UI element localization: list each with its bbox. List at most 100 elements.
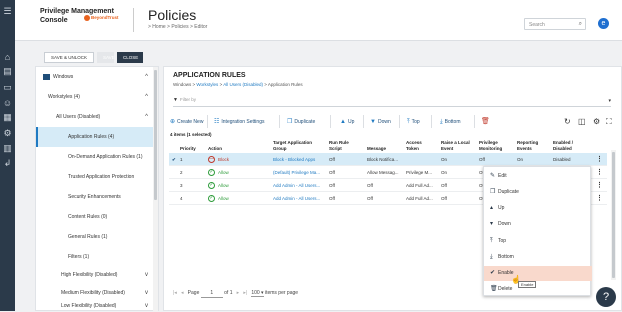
tree-item-security-enhancements[interactable]: Security Enhancements: [36, 187, 154, 207]
arrow-down-icon: ▾: [490, 221, 494, 227]
columns-icon[interactable]: ◫: [578, 117, 586, 127]
tree-item-low-flexibility[interactable]: Low Flexibility (Disabled) v: [36, 301, 154, 312]
tree-item-general-rules[interactable]: General Rules (1): [36, 227, 154, 247]
tree-item-on-demand-rules[interactable]: On-Demand Application Rules (1): [36, 147, 154, 167]
create-new-button[interactable]: ⊕ Create New: [170, 117, 203, 127]
next-page-icon[interactable]: ▸: [237, 290, 240, 296]
pagination: |◂ ◂ Page 1 of 1 ▸ ▸| 100 ▾ items per pa…: [173, 290, 298, 298]
move-top-button[interactable]: ⤒ Top: [407, 117, 420, 127]
home-icon[interactable]: ⌂: [2, 52, 13, 63]
cell-target-group[interactable]: Add Admin - All Users...: [273, 179, 323, 192]
menu-item-bottom[interactable]: ⤓ Bottom: [484, 250, 592, 265]
col-header-message[interactable]: Message: [367, 146, 386, 152]
section-breadcrumb: Windows > Workstyles > All Users (Disabl…: [173, 82, 303, 87]
search-input[interactable]: Search ⌕: [524, 18, 586, 30]
gear-icon[interactable]: ⚙: [593, 117, 600, 127]
cell-message: Allow Messag...: [367, 170, 399, 175]
trash-icon[interactable]: 🗑: [481, 117, 490, 127]
move-down-button[interactable]: ▼ Down: [370, 117, 391, 127]
grid-scrollbar[interactable]: [611, 150, 616, 280]
col-header-local-event[interactable]: Raise a Local Event: [441, 140, 475, 151]
toolbar-divider: [207, 115, 208, 128]
menu-icon[interactable]: ☰: [2, 6, 13, 17]
arrow-up-icon: ▴: [490, 205, 494, 211]
row-menu-icon[interactable]: ⋮: [596, 179, 603, 192]
save-unlock-button[interactable]: SAVE & UNLOCK: [44, 52, 94, 63]
tree-item-workstyles[interactable]: Workstyles (4) ^: [36, 87, 154, 107]
filter-input[interactable]: ▼ Filter by ▾: [173, 97, 611, 107]
tree-item-content-rules[interactable]: Content Rules (0): [36, 207, 154, 227]
arrow-top-icon: ⤒: [490, 238, 493, 244]
col-header-target-group[interactable]: Target Application Group: [273, 140, 313, 151]
row-menu-icon[interactable]: ⋮: [596, 192, 603, 205]
cell-action: ✓ Allow: [208, 169, 229, 177]
arrow-down-icon: ▼: [370, 119, 376, 125]
settings-icon[interactable]: ⚙: [2, 128, 13, 139]
cell-target-group[interactable]: (Default) Privilege Ma...: [273, 166, 323, 179]
users-icon[interactable]: ☺: [2, 98, 13, 109]
menu-item-down[interactable]: ▾ Down: [484, 217, 592, 232]
help-button[interactable]: ?: [596, 287, 616, 307]
refresh-icon[interactable]: ↻: [564, 117, 571, 127]
cell-local-event: Off: [441, 183, 447, 188]
computers-icon[interactable]: ▭: [2, 82, 13, 93]
header-divider: [133, 8, 134, 32]
menu-item-enable[interactable]: ✔ Enable: [484, 266, 592, 281]
table-row[interactable]: ✔ 1 — Block Block - Blocked Apps Off Bloc…: [169, 153, 607, 166]
menu-item-delete[interactable]: 🗑Delete: [484, 282, 592, 297]
save-button[interactable]: SAVE: [97, 52, 115, 63]
close-button[interactable]: CLOSE: [117, 52, 143, 63]
policies-icon[interactable]: ▤: [2, 66, 13, 77]
integration-settings-button[interactable]: ☷ Integration Settings: [214, 117, 264, 127]
col-header-reporting-events[interactable]: Reporting Events: [517, 140, 543, 151]
enable-tooltip: Enable: [518, 281, 537, 288]
menu-item-up[interactable]: ▴ Up: [484, 201, 592, 216]
policy-tree: Windows ^ Workstyles (4) ^ All Users (Disa…: [35, 66, 159, 312]
menu-item-duplicate[interactable]: ❐ Duplicate: [484, 185, 592, 200]
row-menu-icon[interactable]: ⋮: [596, 166, 603, 179]
col-header-enabled[interactable]: Enabled / Disabled: [553, 140, 581, 151]
breadcrumb-link-workstyles[interactable]: Workstyles: [196, 82, 218, 87]
cell-target-group[interactable]: Block - Blocked Apps: [273, 153, 323, 166]
row-menu-icon[interactable]: ⋮: [596, 153, 603, 166]
search-icon: ⌕: [578, 21, 582, 27]
col-header-privilege-monitoring[interactable]: Privilege Monitoring: [479, 140, 511, 151]
grid-scroll-thumb[interactable]: [612, 152, 615, 278]
col-header-priority[interactable]: Priority: [180, 146, 196, 152]
duplicate-button[interactable]: ❐ Duplicate: [287, 117, 315, 127]
user-avatar[interactable]: e: [598, 18, 609, 29]
cell-target-group[interactable]: Add Admin - All Users...: [273, 192, 323, 205]
tree-item-trusted-app-protection[interactable]: Trusted Application Protection: [36, 167, 154, 187]
menu-item-top[interactable]: ⤒ Top: [484, 234, 592, 249]
events-icon[interactable]: ▥: [2, 143, 13, 154]
menu-item-edit[interactable]: ✎ Edit: [484, 169, 592, 184]
col-header-access-token[interactable]: Access Token: [406, 140, 430, 151]
cell-run-script: Off: [329, 170, 335, 175]
expand-icon[interactable]: ⛶: [606, 117, 612, 127]
move-bottom-button[interactable]: ⤓ Bottom: [440, 117, 461, 127]
block-icon: —: [208, 156, 215, 164]
cell-local-event: On: [441, 157, 448, 162]
analytics-icon[interactable]: ▦: [2, 112, 13, 123]
reports-icon[interactable]: ↲: [2, 158, 13, 169]
prev-page-icon[interactable]: ◂: [181, 290, 184, 296]
move-up-button[interactable]: ▲ Up: [340, 117, 354, 127]
tree-scroll-thumb[interactable]: [154, 70, 157, 200]
per-page-select[interactable]: 100 ▾: [251, 290, 264, 297]
tree-item-high-flexibility[interactable]: High Flexibility (Disabled) v: [36, 265, 154, 285]
col-header-action[interactable]: Action: [208, 146, 222, 152]
tree-item-windows[interactable]: Windows ^: [36, 67, 154, 87]
first-page-icon[interactable]: |◂: [173, 290, 177, 296]
tree-scrollbar[interactable]: [153, 67, 158, 312]
last-page-icon[interactable]: ▸|: [243, 290, 247, 296]
filter-dropdown-icon[interactable]: ▾: [608, 98, 611, 104]
tree-item-filters[interactable]: Filters (1): [36, 247, 154, 267]
tree-item-medium-flexibility[interactable]: Medium Flexibility (Disabled) v: [36, 283, 154, 303]
breadcrumb[interactable]: > Home > Policies > Editor: [148, 24, 207, 30]
col-header-run-script[interactable]: Run Rule Script: [329, 140, 355, 151]
tree-item-all-users[interactable]: All Users (Disabled) ^: [36, 107, 154, 127]
tree-item-application-rules[interactable]: Application Rules (4): [36, 127, 154, 147]
page-number-input[interactable]: 1: [200, 290, 223, 298]
copy-icon: ❐: [490, 189, 496, 195]
breadcrumb-link-all-users[interactable]: All Users (Disabled): [223, 82, 263, 87]
